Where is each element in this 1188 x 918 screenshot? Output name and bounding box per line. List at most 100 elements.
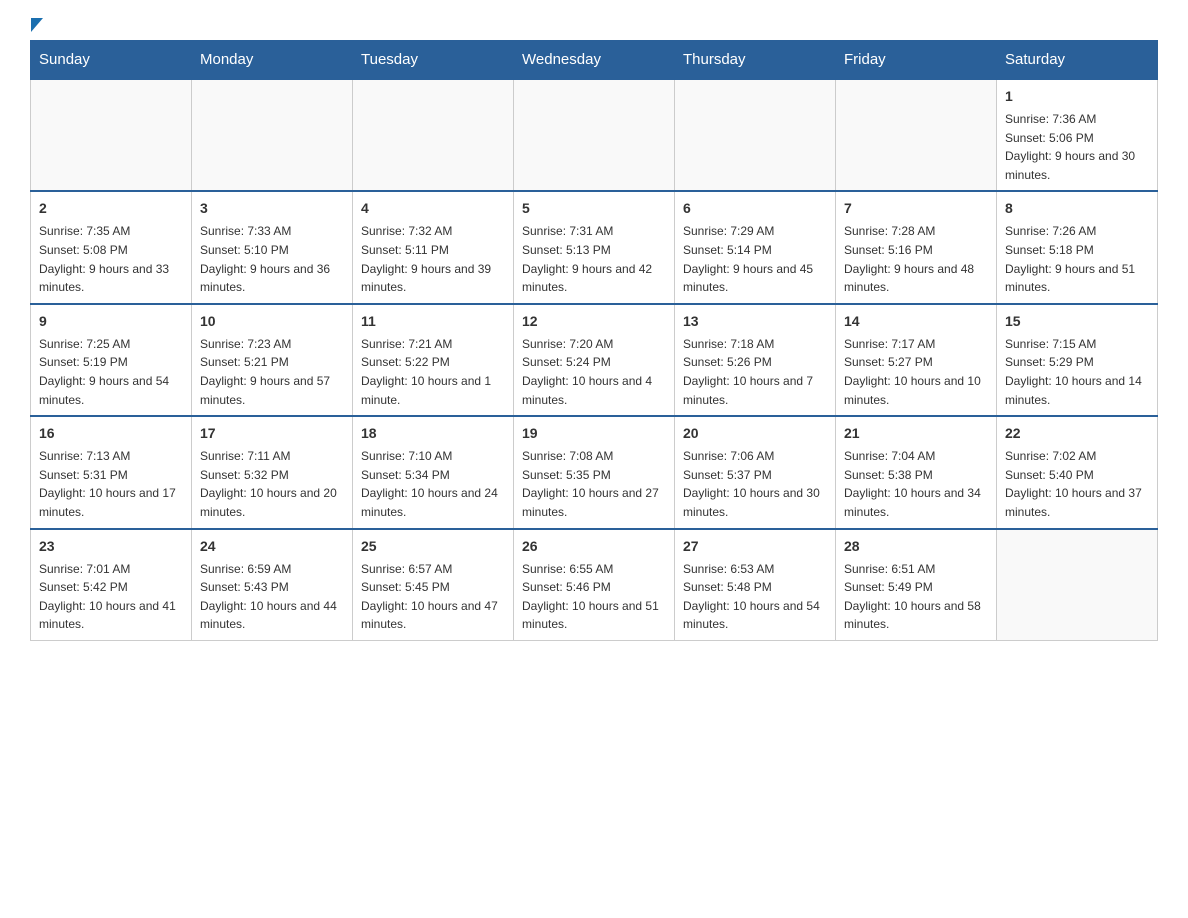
day-number: 13 (683, 311, 827, 332)
calendar-cell: 15 Sunrise: 7:15 AM Sunset: 5:29 PM Dayli… (997, 304, 1158, 416)
day-info: Sunrise: 7:10 AM Sunset: 5:34 PM Dayligh… (361, 447, 505, 521)
day-number: 11 (361, 311, 505, 332)
weekday-header-tuesday: Tuesday (353, 41, 514, 80)
calendar-cell: 20 Sunrise: 7:06 AM Sunset: 5:37 PM Dayli… (675, 416, 836, 528)
day-number: 25 (361, 536, 505, 557)
weekday-header-thursday: Thursday (675, 41, 836, 80)
weekday-header-row: SundayMondayTuesdayWednesdayThursdayFrid… (31, 41, 1158, 80)
calendar-cell: 2 Sunrise: 7:35 AM Sunset: 5:08 PM Daylig… (31, 191, 192, 303)
day-info: Sunrise: 6:57 AM Sunset: 5:45 PM Dayligh… (361, 560, 505, 634)
day-number: 23 (39, 536, 183, 557)
calendar-cell: 23 Sunrise: 7:01 AM Sunset: 5:42 PM Dayli… (31, 529, 192, 641)
day-info: Sunrise: 7:15 AM Sunset: 5:29 PM Dayligh… (1005, 335, 1149, 409)
day-number: 19 (522, 423, 666, 444)
day-number: 9 (39, 311, 183, 332)
calendar-cell: 11 Sunrise: 7:21 AM Sunset: 5:22 PM Dayli… (353, 304, 514, 416)
calendar-cell: 3 Sunrise: 7:33 AM Sunset: 5:10 PM Daylig… (192, 191, 353, 303)
calendar-week-row: 16 Sunrise: 7:13 AM Sunset: 5:31 PM Dayli… (31, 416, 1158, 528)
weekday-header-sunday: Sunday (31, 41, 192, 80)
calendar-cell: 5 Sunrise: 7:31 AM Sunset: 5:13 PM Daylig… (514, 191, 675, 303)
day-number: 2 (39, 198, 183, 219)
calendar-cell (836, 79, 997, 191)
logo (30, 20, 43, 30)
calendar-cell: 17 Sunrise: 7:11 AM Sunset: 5:32 PM Dayli… (192, 416, 353, 528)
day-number: 12 (522, 311, 666, 332)
day-info: Sunrise: 7:33 AM Sunset: 5:10 PM Dayligh… (200, 222, 344, 296)
logo-arrow-icon (31, 18, 43, 32)
calendar-cell: 12 Sunrise: 7:20 AM Sunset: 5:24 PM Dayli… (514, 304, 675, 416)
weekday-header-saturday: Saturday (997, 41, 1158, 80)
day-number: 20 (683, 423, 827, 444)
day-number: 14 (844, 311, 988, 332)
day-number: 6 (683, 198, 827, 219)
calendar-cell: 1 Sunrise: 7:36 AM Sunset: 5:06 PM Daylig… (997, 79, 1158, 191)
calendar-cell (675, 79, 836, 191)
weekday-header-monday: Monday (192, 41, 353, 80)
day-info: Sunrise: 6:51 AM Sunset: 5:49 PM Dayligh… (844, 560, 988, 634)
day-number: 7 (844, 198, 988, 219)
day-info: Sunrise: 7:21 AM Sunset: 5:22 PM Dayligh… (361, 335, 505, 409)
day-number: 22 (1005, 423, 1149, 444)
weekday-header-wednesday: Wednesday (514, 41, 675, 80)
calendar-cell: 22 Sunrise: 7:02 AM Sunset: 5:40 PM Dayli… (997, 416, 1158, 528)
day-info: Sunrise: 7:28 AM Sunset: 5:16 PM Dayligh… (844, 222, 988, 296)
day-info: Sunrise: 7:08 AM Sunset: 5:35 PM Dayligh… (522, 447, 666, 521)
day-info: Sunrise: 7:04 AM Sunset: 5:38 PM Dayligh… (844, 447, 988, 521)
calendar-cell: 9Sunrise: 7:25 AM Sunset: 5:19 PM Daylig… (31, 304, 192, 416)
calendar-cell: 25 Sunrise: 6:57 AM Sunset: 5:45 PM Dayli… (353, 529, 514, 641)
calendar-cell: 7 Sunrise: 7:28 AM Sunset: 5:16 PM Daylig… (836, 191, 997, 303)
calendar-cell: 16 Sunrise: 7:13 AM Sunset: 5:31 PM Dayli… (31, 416, 192, 528)
day-number: 18 (361, 423, 505, 444)
day-number: 28 (844, 536, 988, 557)
calendar-week-row: 2 Sunrise: 7:35 AM Sunset: 5:08 PM Daylig… (31, 191, 1158, 303)
calendar-cell: 6 Sunrise: 7:29 AM Sunset: 5:14 PM Daylig… (675, 191, 836, 303)
calendar-cell: 28 Sunrise: 6:51 AM Sunset: 5:49 PM Dayli… (836, 529, 997, 641)
day-info: Sunrise: 6:55 AM Sunset: 5:46 PM Dayligh… (522, 560, 666, 634)
calendar-cell: 27 Sunrise: 6:53 AM Sunset: 5:48 PM Dayli… (675, 529, 836, 641)
day-number: 4 (361, 198, 505, 219)
page-header (30, 20, 1158, 30)
day-number: 16 (39, 423, 183, 444)
day-number: 27 (683, 536, 827, 557)
day-info: Sunrise: 7:29 AM Sunset: 5:14 PM Dayligh… (683, 222, 827, 296)
calendar-week-row: 1 Sunrise: 7:36 AM Sunset: 5:06 PM Daylig… (31, 79, 1158, 191)
calendar-cell: 24 Sunrise: 6:59 AM Sunset: 5:43 PM Dayli… (192, 529, 353, 641)
day-number: 24 (200, 536, 344, 557)
calendar-cell: 26 Sunrise: 6:55 AM Sunset: 5:46 PM Dayli… (514, 529, 675, 641)
calendar-cell (192, 79, 353, 191)
day-number: 15 (1005, 311, 1149, 332)
calendar-cell (997, 529, 1158, 641)
day-number: 1 (1005, 86, 1149, 107)
day-info: Sunrise: 6:59 AM Sunset: 5:43 PM Dayligh… (200, 560, 344, 634)
day-info: Sunrise: 7:11 AM Sunset: 5:32 PM Dayligh… (200, 447, 344, 521)
day-number: 3 (200, 198, 344, 219)
day-number: 8 (1005, 198, 1149, 219)
day-info: Sunrise: 7:06 AM Sunset: 5:37 PM Dayligh… (683, 447, 827, 521)
calendar-table: SundayMondayTuesdayWednesdayThursdayFrid… (30, 40, 1158, 641)
calendar-cell: 14 Sunrise: 7:17 AM Sunset: 5:27 PM Dayli… (836, 304, 997, 416)
day-info: Sunrise: 7:23 AM Sunset: 5:21 PM Dayligh… (200, 335, 344, 409)
day-info: Sunrise: 7:31 AM Sunset: 5:13 PM Dayligh… (522, 222, 666, 296)
day-number: 26 (522, 536, 666, 557)
day-info: Sunrise: 7:13 AM Sunset: 5:31 PM Dayligh… (39, 447, 183, 521)
day-number: 17 (200, 423, 344, 444)
calendar-cell (353, 79, 514, 191)
calendar-cell (514, 79, 675, 191)
calendar-cell: 8 Sunrise: 7:26 AM Sunset: 5:18 PM Daylig… (997, 191, 1158, 303)
calendar-week-row: 23 Sunrise: 7:01 AM Sunset: 5:42 PM Dayli… (31, 529, 1158, 641)
day-info: Sunrise: 7:02 AM Sunset: 5:40 PM Dayligh… (1005, 447, 1149, 521)
weekday-header-friday: Friday (836, 41, 997, 80)
day-info: Sunrise: 7:20 AM Sunset: 5:24 PM Dayligh… (522, 335, 666, 409)
day-number: 5 (522, 198, 666, 219)
day-info: Sunrise: 7:18 AM Sunset: 5:26 PM Dayligh… (683, 335, 827, 409)
calendar-cell: 10 Sunrise: 7:23 AM Sunset: 5:21 PM Dayli… (192, 304, 353, 416)
day-info: Sunrise: 7:35 AM Sunset: 5:08 PM Dayligh… (39, 222, 183, 296)
day-info: Sunrise: 7:32 AM Sunset: 5:11 PM Dayligh… (361, 222, 505, 296)
day-info: Sunrise: 6:53 AM Sunset: 5:48 PM Dayligh… (683, 560, 827, 634)
calendar-week-row: 9Sunrise: 7:25 AM Sunset: 5:19 PM Daylig… (31, 304, 1158, 416)
day-number: 10 (200, 311, 344, 332)
day-info: Sunrise: 7:17 AM Sunset: 5:27 PM Dayligh… (844, 335, 988, 409)
day-info: Sunrise: 7:36 AM Sunset: 5:06 PM Dayligh… (1005, 110, 1149, 184)
day-info: Sunrise: 7:26 AM Sunset: 5:18 PM Dayligh… (1005, 222, 1149, 296)
day-info: Sunrise: 7:01 AM Sunset: 5:42 PM Dayligh… (39, 560, 183, 634)
